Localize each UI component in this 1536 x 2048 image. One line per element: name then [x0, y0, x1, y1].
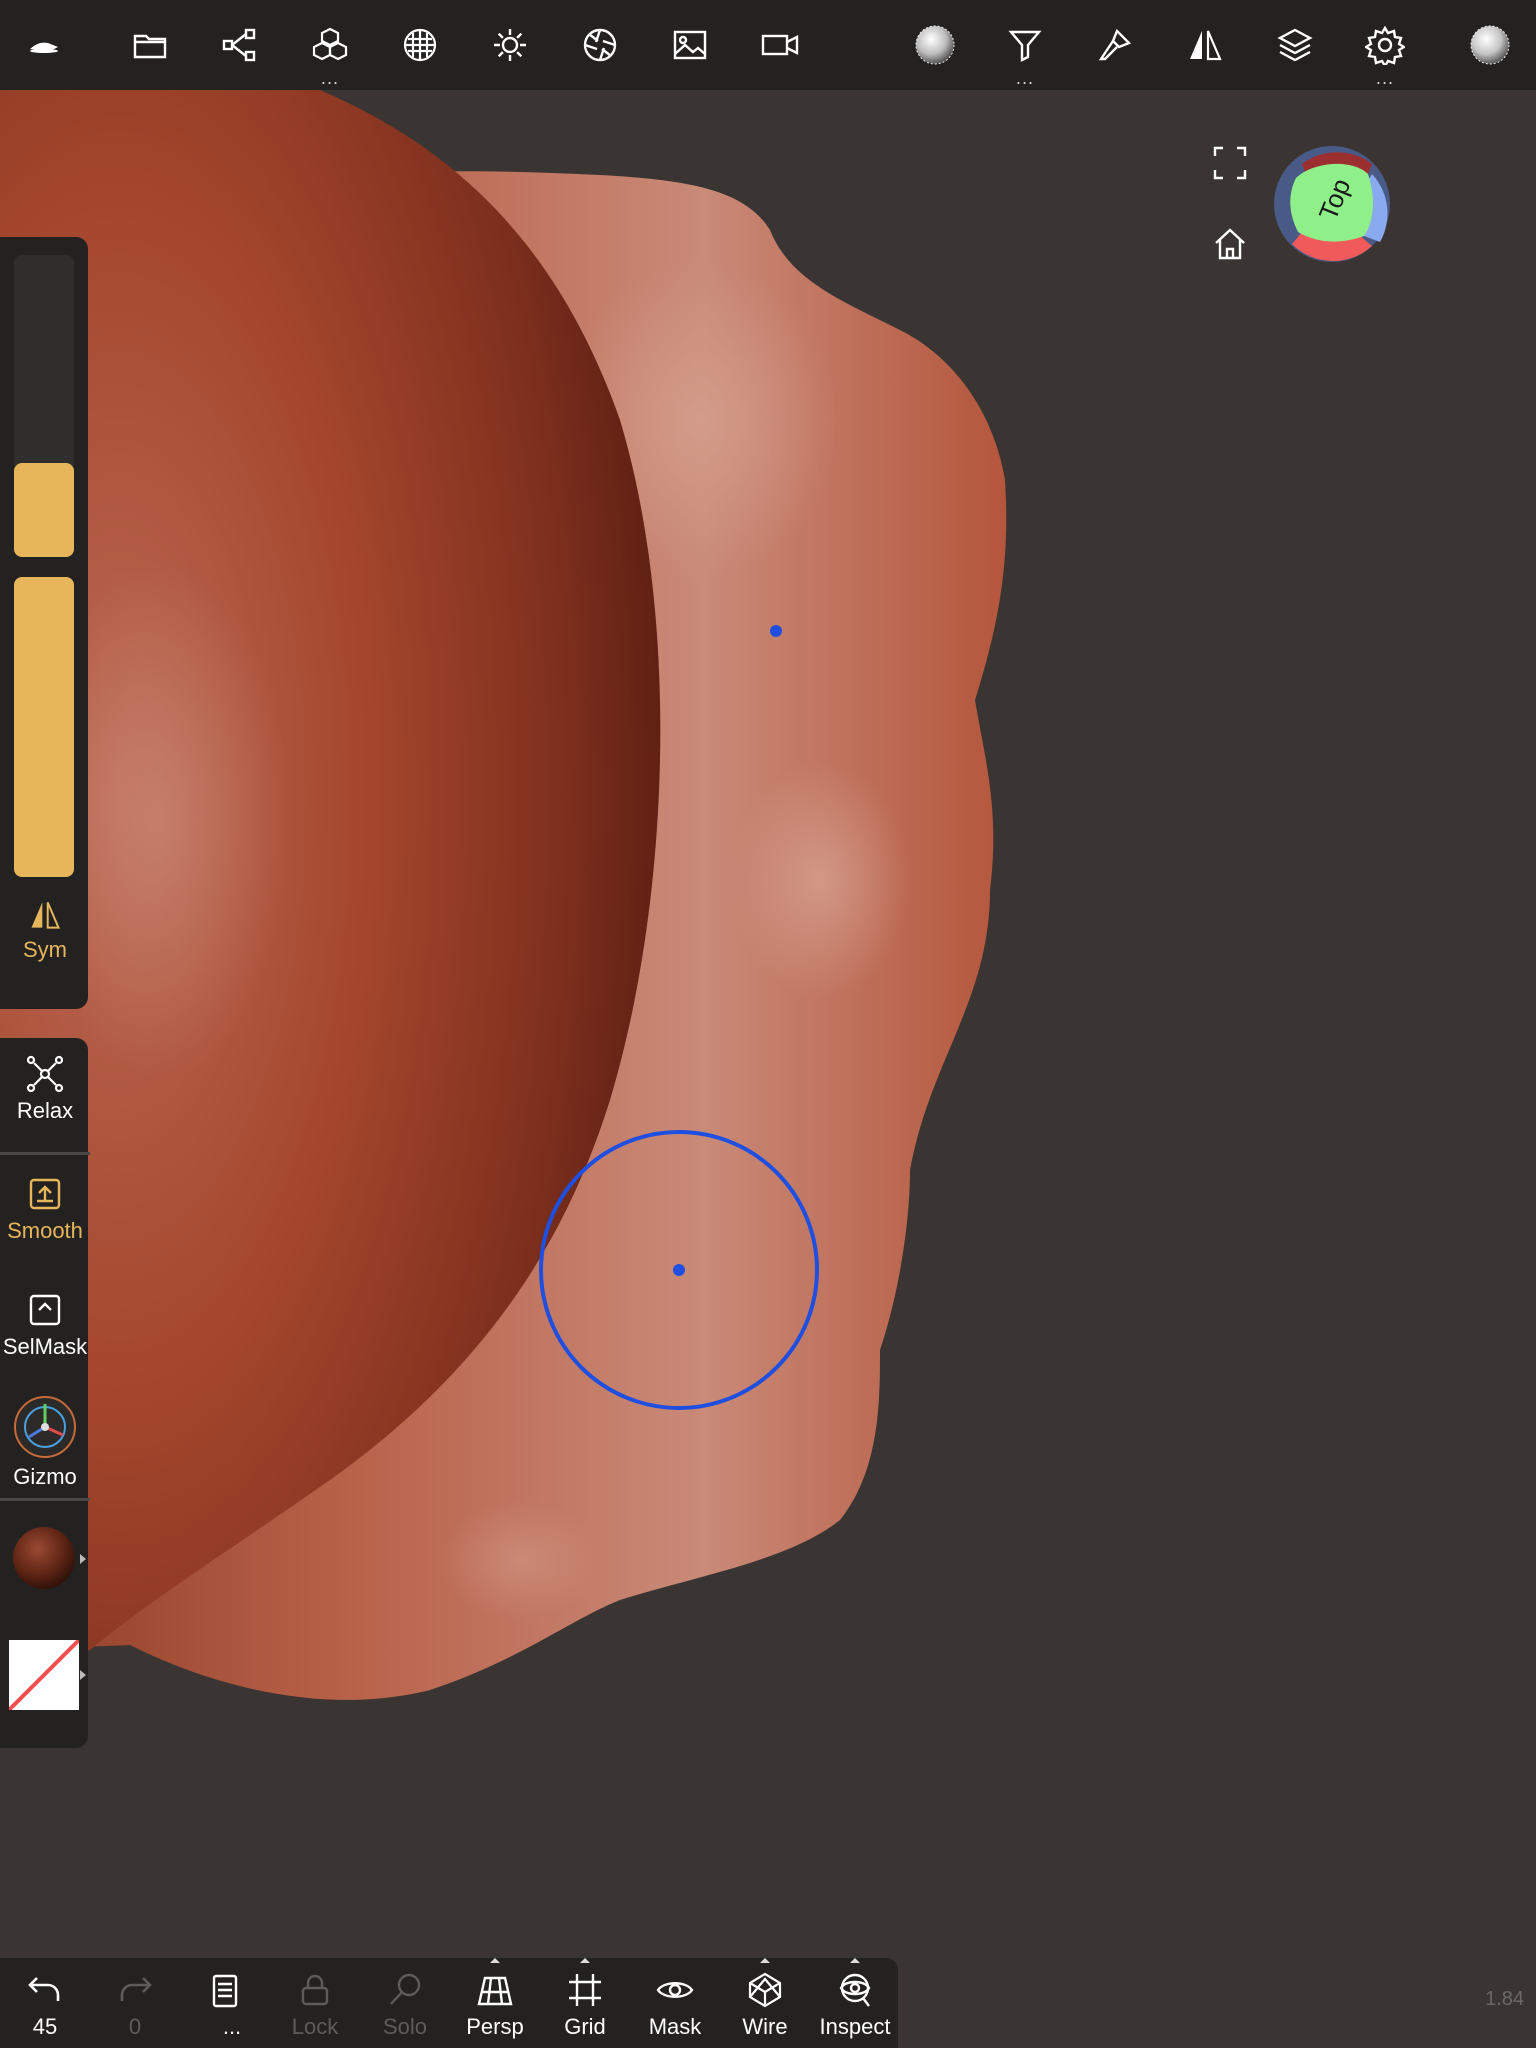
grid-label: Grid: [564, 2014, 606, 2039]
symmetry-icon[interactable]: [1165, 0, 1245, 90]
undo-button[interactable]: 45: [0, 1958, 90, 2048]
relax-tool[interactable]: Relax: [0, 1054, 90, 1124]
primitives-more-dots: ...: [320, 69, 340, 88]
brush-icon[interactable]: [1075, 0, 1155, 90]
wire-button[interactable]: Wire: [720, 1958, 810, 2048]
smooth-icon: [29, 1178, 61, 1210]
wire-label: Wire: [742, 2014, 788, 2039]
topology-icon[interactable]: [380, 0, 460, 90]
radius-slider-fill: [14, 463, 74, 557]
gizmo-label: Gizmo: [13, 1464, 77, 1489]
lock-label: Lock: [291, 2014, 339, 2039]
selmask-icon: [29, 1294, 61, 1326]
light-icon[interactable]: [470, 0, 550, 90]
pivot-point: [770, 625, 782, 637]
persp-button[interactable]: Persp: [450, 1958, 540, 2048]
sym-label: Sym: [23, 937, 67, 962]
gizmo-tool[interactable]: Gizmo: [0, 1394, 90, 1490]
lock-button[interactable]: Lock: [270, 1958, 360, 2048]
notes-icon: [212, 1974, 238, 2008]
camera-aperture-icon[interactable]: [560, 0, 640, 90]
mask-label: Mask: [648, 2014, 702, 2039]
logo-icon[interactable]: [4, 0, 84, 90]
solo-button[interactable]: Solo: [360, 1958, 450, 2048]
image-icon[interactable]: [650, 0, 730, 90]
folder-icon[interactable]: [110, 0, 190, 90]
grid-caret: [580, 1958, 590, 1963]
persp-caret: [490, 1958, 500, 1963]
fullscreen-icon[interactable]: [1212, 145, 1248, 185]
smooth-tool[interactable]: Smooth: [0, 1174, 90, 1244]
solo-label: Solo: [382, 2014, 428, 2039]
gizmo-icon: [14, 1396, 76, 1458]
redo-icon: [120, 1977, 152, 2001]
mask-button[interactable]: Mask: [630, 1958, 720, 2048]
inspect-icon: [839, 1973, 871, 2007]
inspect-button[interactable]: Inspect: [810, 1958, 900, 2048]
color-expand-arrow[interactable]: [80, 1670, 86, 1680]
solo-icon: [390, 1973, 421, 2005]
tools-panel: Relax Smooth SelMask Gizmo: [0, 1038, 90, 1748]
matcap-icon[interactable]: [895, 0, 975, 90]
grid-button[interactable]: Grid: [540, 1958, 630, 2048]
smooth-label: Smooth: [7, 1218, 83, 1243]
inspect-label: Inspect: [819, 2014, 891, 2039]
bottom-toolbar: 45 0 ... Lock Solo Persp Grid Mask Wire …: [0, 1958, 898, 2048]
material-swatch[interactable]: [12, 1526, 76, 1594]
undo-count: 45: [32, 2014, 58, 2039]
sym-toggle[interactable]: Sym: [0, 897, 90, 963]
lock-icon: [301, 1974, 329, 2006]
undo-icon: [28, 1977, 60, 2001]
symmetry-icon: [31, 902, 61, 929]
settings-more-dots: ...: [1375, 69, 1395, 88]
settings-icon[interactable]: ...: [1345, 0, 1425, 90]
material-expand-arrow[interactable]: [80, 1554, 86, 1564]
notes-button[interactable]: ...: [180, 1958, 270, 2048]
selmask-tool[interactable]: SelMask: [0, 1290, 90, 1360]
color-swatch[interactable]: [7, 1638, 81, 1712]
wireframe-icon: [748, 1972, 782, 2008]
filter-icon[interactable]: ...: [985, 0, 1065, 90]
home-icon[interactable]: [1212, 226, 1248, 266]
relax-icon: [26, 1055, 64, 1093]
eye-icon: [656, 1982, 694, 1998]
video-camera-icon[interactable]: [740, 0, 820, 90]
scene-graph-icon[interactable]: [200, 0, 280, 90]
sculpted-mesh: [0, 90, 1007, 1700]
notes-more: ...: [222, 2014, 242, 2039]
material-preview-icon[interactable]: [1450, 0, 1530, 90]
inspect-caret: [850, 1958, 860, 1963]
selmask-label: SelMask: [2, 1334, 88, 1359]
tools-divider-2: [0, 1498, 90, 1501]
filter-more-dots: ...: [1015, 69, 1035, 88]
brush-settings-panel: Sym: [0, 237, 88, 1009]
grid-icon: [569, 1974, 601, 2006]
layers-icon[interactable]: [1255, 0, 1335, 90]
view-cube[interactable]: Top: [1272, 144, 1392, 268]
redo-button[interactable]: 0: [90, 1958, 180, 2048]
relax-label: Relax: [16, 1098, 74, 1123]
sculpt-viewport[interactable]: [0, 90, 1536, 1958]
tools-divider: [0, 1152, 90, 1155]
primitives-icon[interactable]: ...: [290, 0, 370, 90]
brush-cursor-center: [673, 1264, 685, 1276]
intensity-slider[interactable]: [14, 577, 74, 877]
redo-count: 0: [128, 2014, 142, 2039]
top-toolbar: ... ... ...: [0, 0, 1536, 90]
persp-label: Persp: [466, 2014, 524, 2039]
version-label: 1.84: [1485, 1988, 1524, 2010]
perspective-icon: [477, 1976, 513, 2006]
wire-caret: [760, 1958, 770, 1963]
